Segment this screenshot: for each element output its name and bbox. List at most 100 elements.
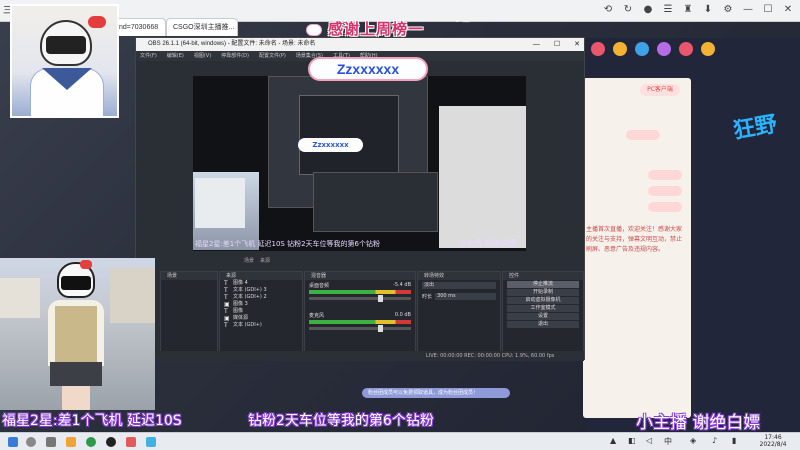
windows-icon[interactable]: [8, 437, 18, 447]
scene-bar-scenes[interactable]: 场景: [244, 257, 254, 266]
dock-mixer: 混音器 桌面音频 -5.4 dB 麦克风 0.0 dB: [304, 271, 416, 357]
dock-controls: 控件 停止推流 开始录制 启动虚拟摄像机 工作室模式 设置 退出: [502, 271, 584, 357]
source-item[interactable]: T 文本 (GDI+) 2: [220, 294, 302, 301]
obs-window-controls: — ☐ ✕: [533, 38, 580, 51]
volume-slider[interactable]: [309, 295, 411, 302]
nav-game-icon[interactable]: [613, 42, 627, 56]
caption-middle: 钻粉2天车位等我的第6个钻粉: [248, 413, 434, 429]
menu-file[interactable]: 文件(F): [140, 51, 157, 61]
app2-icon[interactable]: [146, 437, 156, 447]
gear-icon[interactable]: ⚙: [722, 4, 734, 15]
source-item[interactable]: ▣ 图像 3: [220, 301, 302, 308]
nav-live-icon[interactable]: [679, 42, 693, 56]
bow-shape: [88, 16, 106, 28]
panel-button[interactable]: [648, 202, 682, 212]
tray-icon[interactable]: ▲: [610, 436, 616, 445]
duration-input[interactable]: 300 ms: [435, 293, 496, 300]
download-icon[interactable]: ⬇: [702, 4, 714, 15]
browser-tab-active[interactable]: CSGO深圳主播推...: [166, 18, 238, 36]
obs-icon[interactable]: [106, 437, 116, 447]
nav-message-icon[interactable]: [657, 42, 671, 56]
files-icon[interactable]: [66, 437, 76, 447]
mixer-channel-name: 桌面音频: [309, 283, 330, 289]
search-icon[interactable]: [26, 437, 36, 447]
preview-caption-right: 小主播 谢绝白嫖: [458, 239, 517, 248]
source-label: 文本 (GDI+) 2: [233, 294, 267, 300]
avatar-icon[interactable]: ●: [642, 4, 654, 15]
taskbar-clock[interactable]: 17:46 2022/8/4: [755, 434, 791, 448]
chat-notice[interactable]: 粉丝团成员可以免费领取道具，成为粉丝团成员！: [362, 388, 510, 398]
maximize-icon[interactable]: ☐: [762, 4, 774, 15]
source-label: 媒体源: [233, 315, 249, 321]
preview-caption-left: 福星2星:差1个飞机 延迟10S 钻粉2天车位等我的第6个钻粉: [195, 240, 380, 248]
duration-label: 时长: [422, 294, 433, 300]
menu-docks[interactable]: 停靠部件(D): [221, 51, 249, 61]
close-icon[interactable]: ✕: [782, 4, 794, 15]
close-icon[interactable]: ✕: [574, 38, 580, 51]
volume-slider-handle[interactable]: [378, 295, 384, 302]
nested-obs: [299, 95, 399, 175]
panel-button[interactable]: [626, 130, 660, 140]
volume-icon[interactable]: ◁: [646, 436, 652, 445]
menu-icon[interactable]: ☰: [662, 4, 674, 15]
obs-status-bar: LIVE: 00:00:00 REC: 00:00:00 CPU: 1.9%, …: [136, 351, 584, 361]
dock-controls-title: 控件: [503, 272, 583, 280]
sound-icon[interactable]: ♪: [712, 436, 717, 445]
pc-client-badge[interactable]: PC客户端: [640, 84, 680, 96]
source-item[interactable]: ▣ 媒体源: [220, 315, 302, 322]
preview-mixer: [313, 172, 438, 232]
person-vest: [55, 306, 97, 366]
dock-sources: 来源 T 图像 4 T 文本 (GDI+) 3 T 文本 (GDI+) 2 ▣ 图像 3…: [219, 271, 303, 357]
source-item[interactable]: T 图像 4: [220, 280, 302, 287]
stream-captions: 福星2星:差1个飞机 延迟10S 钻粉2天车位等我的第6个钻粉 小主播 谢绝白嫖: [0, 408, 800, 433]
source-label: 文本 (GDI+): [233, 322, 262, 328]
obs-window: OBS 26.1.1 (64-bit, windows) - 配置文件: 未命名…: [135, 37, 585, 361]
minimize-icon[interactable]: —: [533, 38, 540, 51]
mixer-channel: 麦克风 0.0 dB: [305, 310, 415, 332]
preview-site-panel: [439, 106, 526, 248]
nav-follow-icon[interactable]: [635, 42, 649, 56]
menu-edit[interactable]: 编辑(E): [167, 51, 184, 61]
maximize-icon[interactable]: ☐: [554, 38, 560, 51]
exit-button[interactable]: 退出: [507, 321, 579, 328]
dock-scenes-title: 场景: [161, 272, 217, 280]
stop-streaming-button[interactable]: 停止推流: [507, 281, 579, 288]
source-type-icon: ▣: [224, 315, 230, 322]
volume-slider-handle[interactable]: [378, 325, 384, 332]
scene-bar-sources[interactable]: 来源: [260, 257, 270, 266]
settings-button[interactable]: 设置: [507, 313, 579, 320]
person-skirt: [50, 362, 102, 386]
browser-icon[interactable]: [86, 437, 96, 447]
battery-icon[interactable]: ▮: [732, 436, 736, 445]
obs-preview[interactable]: Zzxxxxxx 福星2星:差1个飞机 延迟10S 钻粉2天车位等我的第6个钻粉…: [193, 76, 526, 251]
app-icon[interactable]: [126, 437, 136, 447]
new-tab-button[interactable]: +: [240, 18, 254, 36]
panel-button[interactable]: [648, 170, 682, 180]
preview-caption: 福星2星:差1个飞机 延迟10S 钻粉2天车位等我的第6个钻粉 小主播 谢绝白嫖: [193, 236, 526, 251]
taskview-icon[interactable]: [46, 437, 56, 447]
nav-home-icon[interactable]: [591, 42, 605, 56]
menu-view[interactable]: 视图(V): [194, 51, 211, 61]
audio-meter: [309, 320, 411, 324]
panel-button[interactable]: [648, 186, 682, 196]
source-item[interactable]: T 图像: [220, 308, 302, 315]
input-icon[interactable]: 中: [664, 436, 672, 447]
virtual-camera-button[interactable]: 启动虚拟摄像机: [507, 297, 579, 304]
volume-slider[interactable]: [309, 325, 411, 332]
refresh-icon[interactable]: ↻: [622, 4, 634, 15]
source-item[interactable]: T 文本 (GDI+): [220, 322, 302, 329]
browser-tab[interactable]: nd=7030668: [112, 18, 166, 36]
top-banner: 感谢上周榜一: [298, 14, 478, 44]
shirt-icon[interactable]: ♜: [682, 4, 694, 15]
nav-gift-icon[interactable]: [701, 42, 715, 56]
start-recording-button[interactable]: 开始录制: [507, 289, 579, 296]
transition-select[interactable]: 淡出: [422, 282, 496, 289]
studio-mode-button[interactable]: 工作室模式: [507, 305, 579, 312]
caption-left: 福星2星:差1个飞机 延迟10S: [2, 413, 182, 429]
clock-icon[interactable]: ⟲: [602, 4, 614, 15]
menu-profile[interactable]: 配置文件(P): [259, 51, 286, 61]
source-item[interactable]: T 文本 (GDI+) 3: [220, 287, 302, 294]
network-icon[interactable]: ◧: [628, 436, 636, 445]
shield-icon[interactable]: ◈: [690, 436, 696, 445]
minimize-icon[interactable]: —: [742, 4, 754, 15]
